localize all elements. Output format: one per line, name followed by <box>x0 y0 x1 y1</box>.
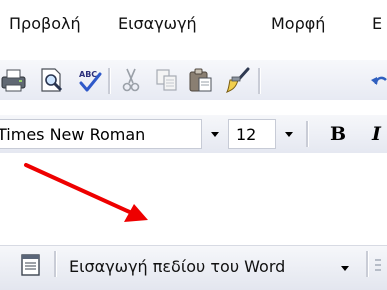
document-icon[interactable] <box>18 252 44 278</box>
insert-word-field-label: Εισαγωγή πεδίου του Word <box>69 257 286 276</box>
toolbar-separator <box>366 251 369 277</box>
annotation-arrow-shaft <box>24 163 136 216</box>
chevron-down-icon <box>341 266 349 271</box>
word-field-icon[interactable] <box>372 254 387 276</box>
insert-word-field-button[interactable]: Εισαγωγή πεδίου του Word <box>61 250 365 284</box>
annotation-arrow <box>24 163 148 222</box>
toolbar-separator <box>54 251 57 277</box>
